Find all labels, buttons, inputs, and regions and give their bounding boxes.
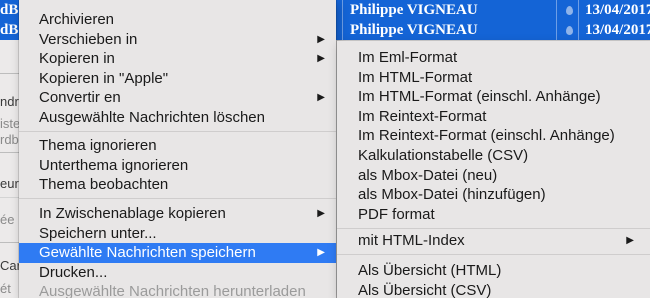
column-divider bbox=[578, 20, 579, 40]
column-divider bbox=[342, 0, 343, 20]
context-menu: Archivieren Verschieben in ▶ Kopieren in… bbox=[19, 0, 336, 298]
row-divider bbox=[0, 152, 20, 153]
menu-item-label: Ausgewählte Nachrichten löschen bbox=[39, 109, 265, 126]
menu-item-label: Thema ignorieren bbox=[39, 137, 157, 154]
menu-item-label: Im Reintext-Format (einschl. Anhänge) bbox=[358, 127, 615, 145]
menu-item-label: Archivieren bbox=[39, 11, 115, 28]
menu-item-label: Als Übersicht (HTML) bbox=[358, 262, 502, 279]
save-submenu: Im Eml-Format Im HTML-Format Im HTML-For… bbox=[337, 41, 650, 298]
menu-item-thema-beobachten[interactable]: Thema beobachten bbox=[19, 175, 336, 195]
menu-item-label: Als Übersicht (CSV) bbox=[358, 281, 492, 298]
submenu-arrow-icon: ▶ bbox=[317, 208, 325, 219]
menu-item-label: Gewählte Nachrichten speichern bbox=[39, 244, 256, 262]
menu-item-label: Ausgewählte Nachrichten herunterladen bbox=[39, 283, 306, 298]
menu-item-speichern-unter[interactable]: Speichern unter... bbox=[19, 224, 336, 244]
menu-separator bbox=[19, 131, 336, 132]
menu-item-label: Im Eml-Format bbox=[358, 49, 458, 66]
menu-separator bbox=[19, 198, 336, 199]
message-sender: Philippe VIGNEAU bbox=[350, 22, 478, 38]
submenu-item-plaintext[interactable]: Im Reintext-Format bbox=[337, 107, 650, 127]
menu-item-convertir-en[interactable]: Convertir en ▶ bbox=[19, 88, 336, 108]
submenu-arrow-icon: ▶ bbox=[317, 53, 325, 65]
menu-item-kopieren-in-apple[interactable]: Kopieren in "Apple" bbox=[19, 69, 336, 89]
menu-item-kopieren-in[interactable]: Kopieren in ▶ bbox=[19, 49, 336, 69]
submenu-arrow-icon: ▶ bbox=[317, 92, 325, 104]
message-fragment: Car bbox=[0, 258, 21, 273]
drop-icon bbox=[566, 26, 573, 35]
menu-item-nachrichten-speichern[interactable]: Gewählte Nachrichten speichern ▶ bbox=[19, 243, 336, 263]
submenu-item-eml[interactable]: Im Eml-Format bbox=[337, 48, 650, 68]
submenu-item-csv[interactable]: Kalkulationstabelle (CSV) bbox=[337, 146, 650, 166]
menu-item-herunterladen: Ausgewählte Nachrichten herunterladen bbox=[19, 282, 336, 298]
menu-separator bbox=[337, 254, 650, 255]
menu-item-label: In Zwischenablage kopieren bbox=[39, 205, 226, 222]
message-fragment: ét bbox=[0, 281, 11, 296]
submenu-item-overview-html[interactable]: Als Übersicht (HTML) bbox=[337, 261, 650, 281]
submenu-item-mbox-new[interactable]: als Mbox-Datei (neu) bbox=[337, 166, 650, 186]
menu-item-label: Im HTML-Format (einschl. Anhänge) bbox=[358, 88, 601, 106]
message-sender: Philippe VIGNEAU bbox=[350, 2, 478, 18]
menu-item-label: mit HTML-Index bbox=[358, 232, 465, 249]
submenu-item-overview-csv[interactable]: Als Übersicht (CSV) bbox=[337, 281, 650, 298]
menu-item-label: Thema beobachten bbox=[39, 176, 169, 194]
menu-item-label: Kopieren in "Apple" bbox=[39, 69, 169, 87]
menu-item-label: Drucken... bbox=[39, 263, 108, 281]
submenu-arrow-icon: ▶ bbox=[317, 33, 325, 45]
drop-icon bbox=[566, 6, 573, 15]
menu-item-unterthema-ignorieren[interactable]: Unterthema ignorieren bbox=[19, 156, 336, 176]
submenu-item-mbox-append[interactable]: als Mbox-Datei (hinzufügen) bbox=[337, 185, 650, 205]
message-fragment: ée bbox=[0, 212, 15, 227]
menu-item-archivieren[interactable]: Archivieren bbox=[19, 10, 336, 30]
message-date: 13/04/2017 bbox=[585, 2, 650, 18]
menu-item-label: Unterthema ignorieren bbox=[39, 156, 189, 174]
menu-item-zwischenablage-kopieren[interactable]: In Zwischenablage kopieren ▶ bbox=[19, 204, 336, 224]
column-divider bbox=[342, 20, 343, 40]
menu-item-thema-ignorieren[interactable]: Thema ignorieren bbox=[19, 136, 336, 156]
menu-item-nachrichten-loeschen[interactable]: Ausgewählte Nachrichten löschen bbox=[19, 108, 336, 128]
menu-item-label: Im HTML-Format bbox=[358, 68, 473, 86]
menu-separator bbox=[337, 228, 650, 229]
column-divider bbox=[578, 0, 579, 20]
menu-item-label: Kopieren in bbox=[39, 50, 115, 68]
message-date: 13/04/2017 bbox=[585, 22, 650, 38]
row-divider bbox=[0, 242, 20, 243]
submenu-item-pdf[interactable]: PDF format bbox=[337, 205, 650, 225]
submenu-item-html-attachments[interactable]: Im HTML-Format (einschl. Anhänge) bbox=[337, 87, 650, 107]
menu-item-label: Im Reintext-Format bbox=[358, 107, 487, 125]
column-divider bbox=[556, 20, 557, 40]
row-divider bbox=[0, 197, 20, 198]
menu-item-drucken[interactable]: Drucken... bbox=[19, 263, 336, 283]
submenu-item-plaintext-attachments[interactable]: Im Reintext-Format (einschl. Anhänge) bbox=[337, 126, 650, 146]
menu-item-label: Kalkulationstabelle (CSV) bbox=[358, 147, 529, 164]
message-fragment: iste bbox=[0, 116, 21, 131]
column-divider bbox=[556, 0, 557, 20]
message-fragment: rdb bbox=[0, 132, 19, 147]
submenu-arrow-icon: ▶ bbox=[626, 235, 634, 246]
menu-item-label: als Mbox-Datei (hinzufügen) bbox=[358, 186, 546, 204]
menu-item-label: Speichern unter... bbox=[39, 224, 157, 242]
submenu-arrow-icon: ▶ bbox=[317, 247, 325, 259]
submenu-item-html-index[interactable]: mit HTML-Index ▶ bbox=[337, 231, 650, 251]
message-fragment: eur bbox=[0, 176, 19, 191]
submenu-item-html[interactable]: Im HTML-Format bbox=[337, 68, 650, 88]
menu-item-label: als Mbox-Datei (neu) bbox=[358, 166, 498, 184]
row-divider bbox=[0, 73, 20, 74]
menu-item-verschieben-in[interactable]: Verschieben in ▶ bbox=[19, 30, 336, 50]
menu-item-label: PDF format bbox=[358, 205, 435, 223]
menu-item-label: Verschieben in bbox=[39, 30, 138, 48]
menu-item-label: Convertir en bbox=[39, 89, 121, 107]
